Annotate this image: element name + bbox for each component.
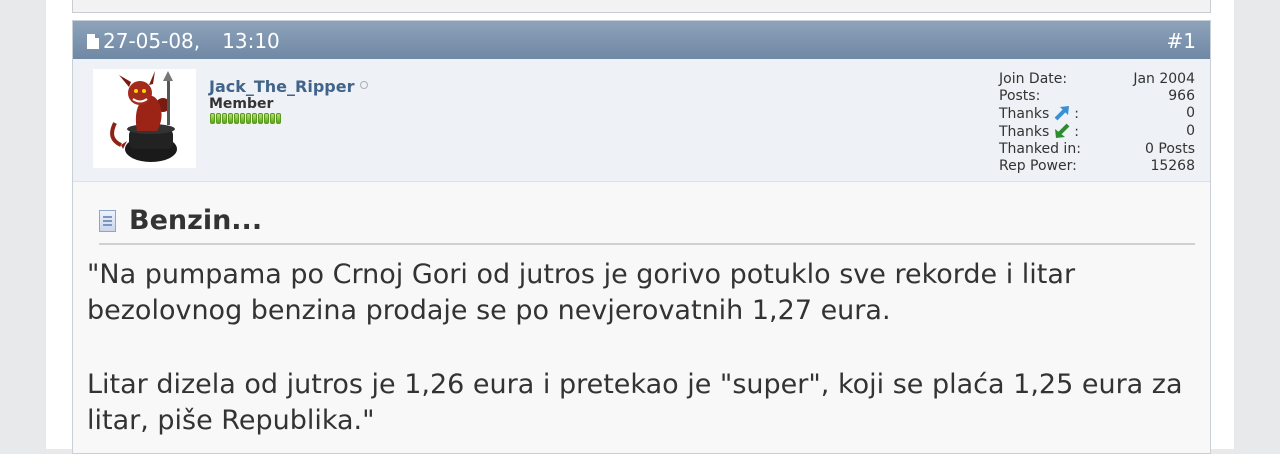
user-stats: Join Date: Jan 2004 Posts: 966 Thanks : … xyxy=(999,71,1195,175)
stat-join-date: Join Date: Jan 2004 xyxy=(999,71,1195,88)
post-title-text: Benzin... xyxy=(129,205,263,236)
reputation-pip xyxy=(270,113,275,124)
stat-value: Jan 2004 xyxy=(1133,71,1195,87)
reputation-pip xyxy=(240,113,245,124)
stat-value: 0 xyxy=(1186,123,1195,139)
stat-posts: Posts: 966 xyxy=(999,88,1195,105)
page: 27-05-08, 13:10 #1 Jack_The_Ripper Membe… xyxy=(46,0,1234,454)
post-paragraph: Litar dizela od jutros je 1,26 eura i pr… xyxy=(87,369,1183,436)
stat-thanked-in: Thanked in: 0 Posts xyxy=(999,141,1195,158)
forum-post: 27-05-08, 13:10 #1 Jack_The_Ripper Membe… xyxy=(72,20,1211,454)
previous-post-edge xyxy=(72,0,1211,13)
user-info: Jack_The_Ripper Member Join Date: Jan 20… xyxy=(73,59,1210,182)
post-icon xyxy=(99,209,116,232)
stat-label-text: Thanks xyxy=(999,124,1050,140)
stat-label: Rep Power: xyxy=(999,158,1077,174)
stat-label: Thanks : xyxy=(999,105,1079,123)
post-number-link[interactable]: #1 xyxy=(1167,29,1196,53)
stat-value: 0 Posts xyxy=(1145,141,1195,157)
reputation-pip xyxy=(246,113,251,124)
user-title: Member xyxy=(209,96,274,112)
thanks-given-icon xyxy=(1054,106,1069,121)
username-text[interactable]: Jack_The_Ripper xyxy=(209,77,354,96)
stat-rep-power: Rep Power: 15268 xyxy=(999,158,1195,175)
reputation-pip xyxy=(210,113,215,124)
stat-value: 966 xyxy=(1168,88,1195,104)
post-header: 27-05-08, 13:10 #1 xyxy=(73,21,1210,59)
stat-thanks-received: Thanks : 0 xyxy=(999,123,1195,141)
stat-label: Join Date: xyxy=(999,71,1068,87)
reputation-pip xyxy=(234,113,239,124)
stat-value: 15268 xyxy=(1150,158,1195,174)
reputation-pip xyxy=(216,113,221,124)
reputation-pip xyxy=(258,113,263,124)
reputation-pip xyxy=(222,113,227,124)
reputation-pip xyxy=(228,113,233,124)
stat-suffix: : xyxy=(1074,106,1079,122)
post-time-text: 13:10 xyxy=(222,29,280,53)
stat-label: Thanks : xyxy=(999,123,1079,141)
avatar[interactable] xyxy=(93,69,196,168)
username[interactable]: Jack_The_Ripper xyxy=(209,77,369,96)
reputation-pip xyxy=(276,113,281,124)
title-divider xyxy=(99,243,1195,245)
stat-label: Thanked in: xyxy=(999,141,1081,157)
post-date: 27-05-08, 13:10 xyxy=(87,29,280,53)
reputation-pip xyxy=(252,113,257,124)
stat-suffix: : xyxy=(1074,124,1079,140)
stat-label: Posts: xyxy=(999,88,1041,104)
stat-thanks-given: Thanks : 0 xyxy=(999,105,1195,123)
reputation-pip xyxy=(264,113,269,124)
offline-status-icon xyxy=(360,81,369,89)
post-paragraph: "Na pumpama po Crnoj Gori od jutros je g… xyxy=(87,259,1076,326)
reputation-bar xyxy=(210,113,281,124)
thanks-received-icon xyxy=(1054,123,1070,138)
document-icon xyxy=(87,33,99,49)
stat-value: 0 xyxy=(1186,105,1195,121)
devil-avatar-icon xyxy=(110,71,177,162)
stat-label-text: Thanks xyxy=(999,106,1050,122)
post-date-text: 27-05-08, xyxy=(103,29,201,53)
post-title: Benzin... xyxy=(99,205,262,236)
post-body: "Na pumpama po Crnoj Gori od jutros je g… xyxy=(87,257,1197,439)
